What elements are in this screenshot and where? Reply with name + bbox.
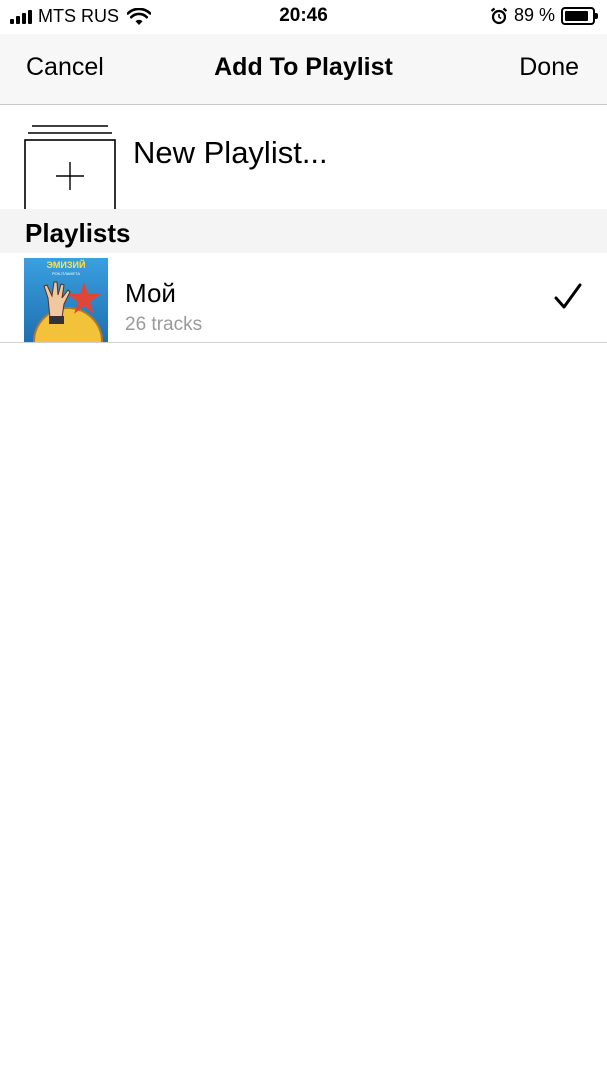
playlist-row[interactable]: ЭМИЗИЙ РОК-ПЛАНЕТА Мой 26 tracks [0,254,607,343]
artwork-image: ЭМИЗИЙ РОК-ПЛАНЕТА [24,258,108,342]
artwork-title: ЭМИЗИЙ [47,259,86,270]
battery-cap [595,12,598,19]
playlists-section-header: Playlists [0,209,607,253]
battery-percent: 89 % [513,5,555,25]
new-playlist-label: New Playlist... [133,135,328,170]
status-bar: MTS RUS 20:46 89 % [0,0,607,34]
status-right: 89 % [490,5,598,26]
playlist-name: Мой [125,278,176,308]
playlist-artwork: ЭМИЗИЙ РОК-ПЛАНЕТА [24,258,108,342]
battery-icon [561,6,598,25]
alarm-icon [490,7,508,24]
section-title: Playlists [25,218,131,248]
new-playlist-icon [24,125,116,211]
playlist-track-count: 26 tracks [125,314,203,335]
nav-bar: Cancel Add To Playlist Done [0,34,607,105]
artwork-subtitle: РОК-ПЛАНЕТА [52,271,80,276]
checkmark-icon [554,283,582,309]
done-button[interactable]: Done [519,53,579,82]
battery-level [565,10,589,21]
new-playlist-button[interactable]: New Playlist... [0,105,607,211]
page-title: Add To Playlist [214,53,393,81]
